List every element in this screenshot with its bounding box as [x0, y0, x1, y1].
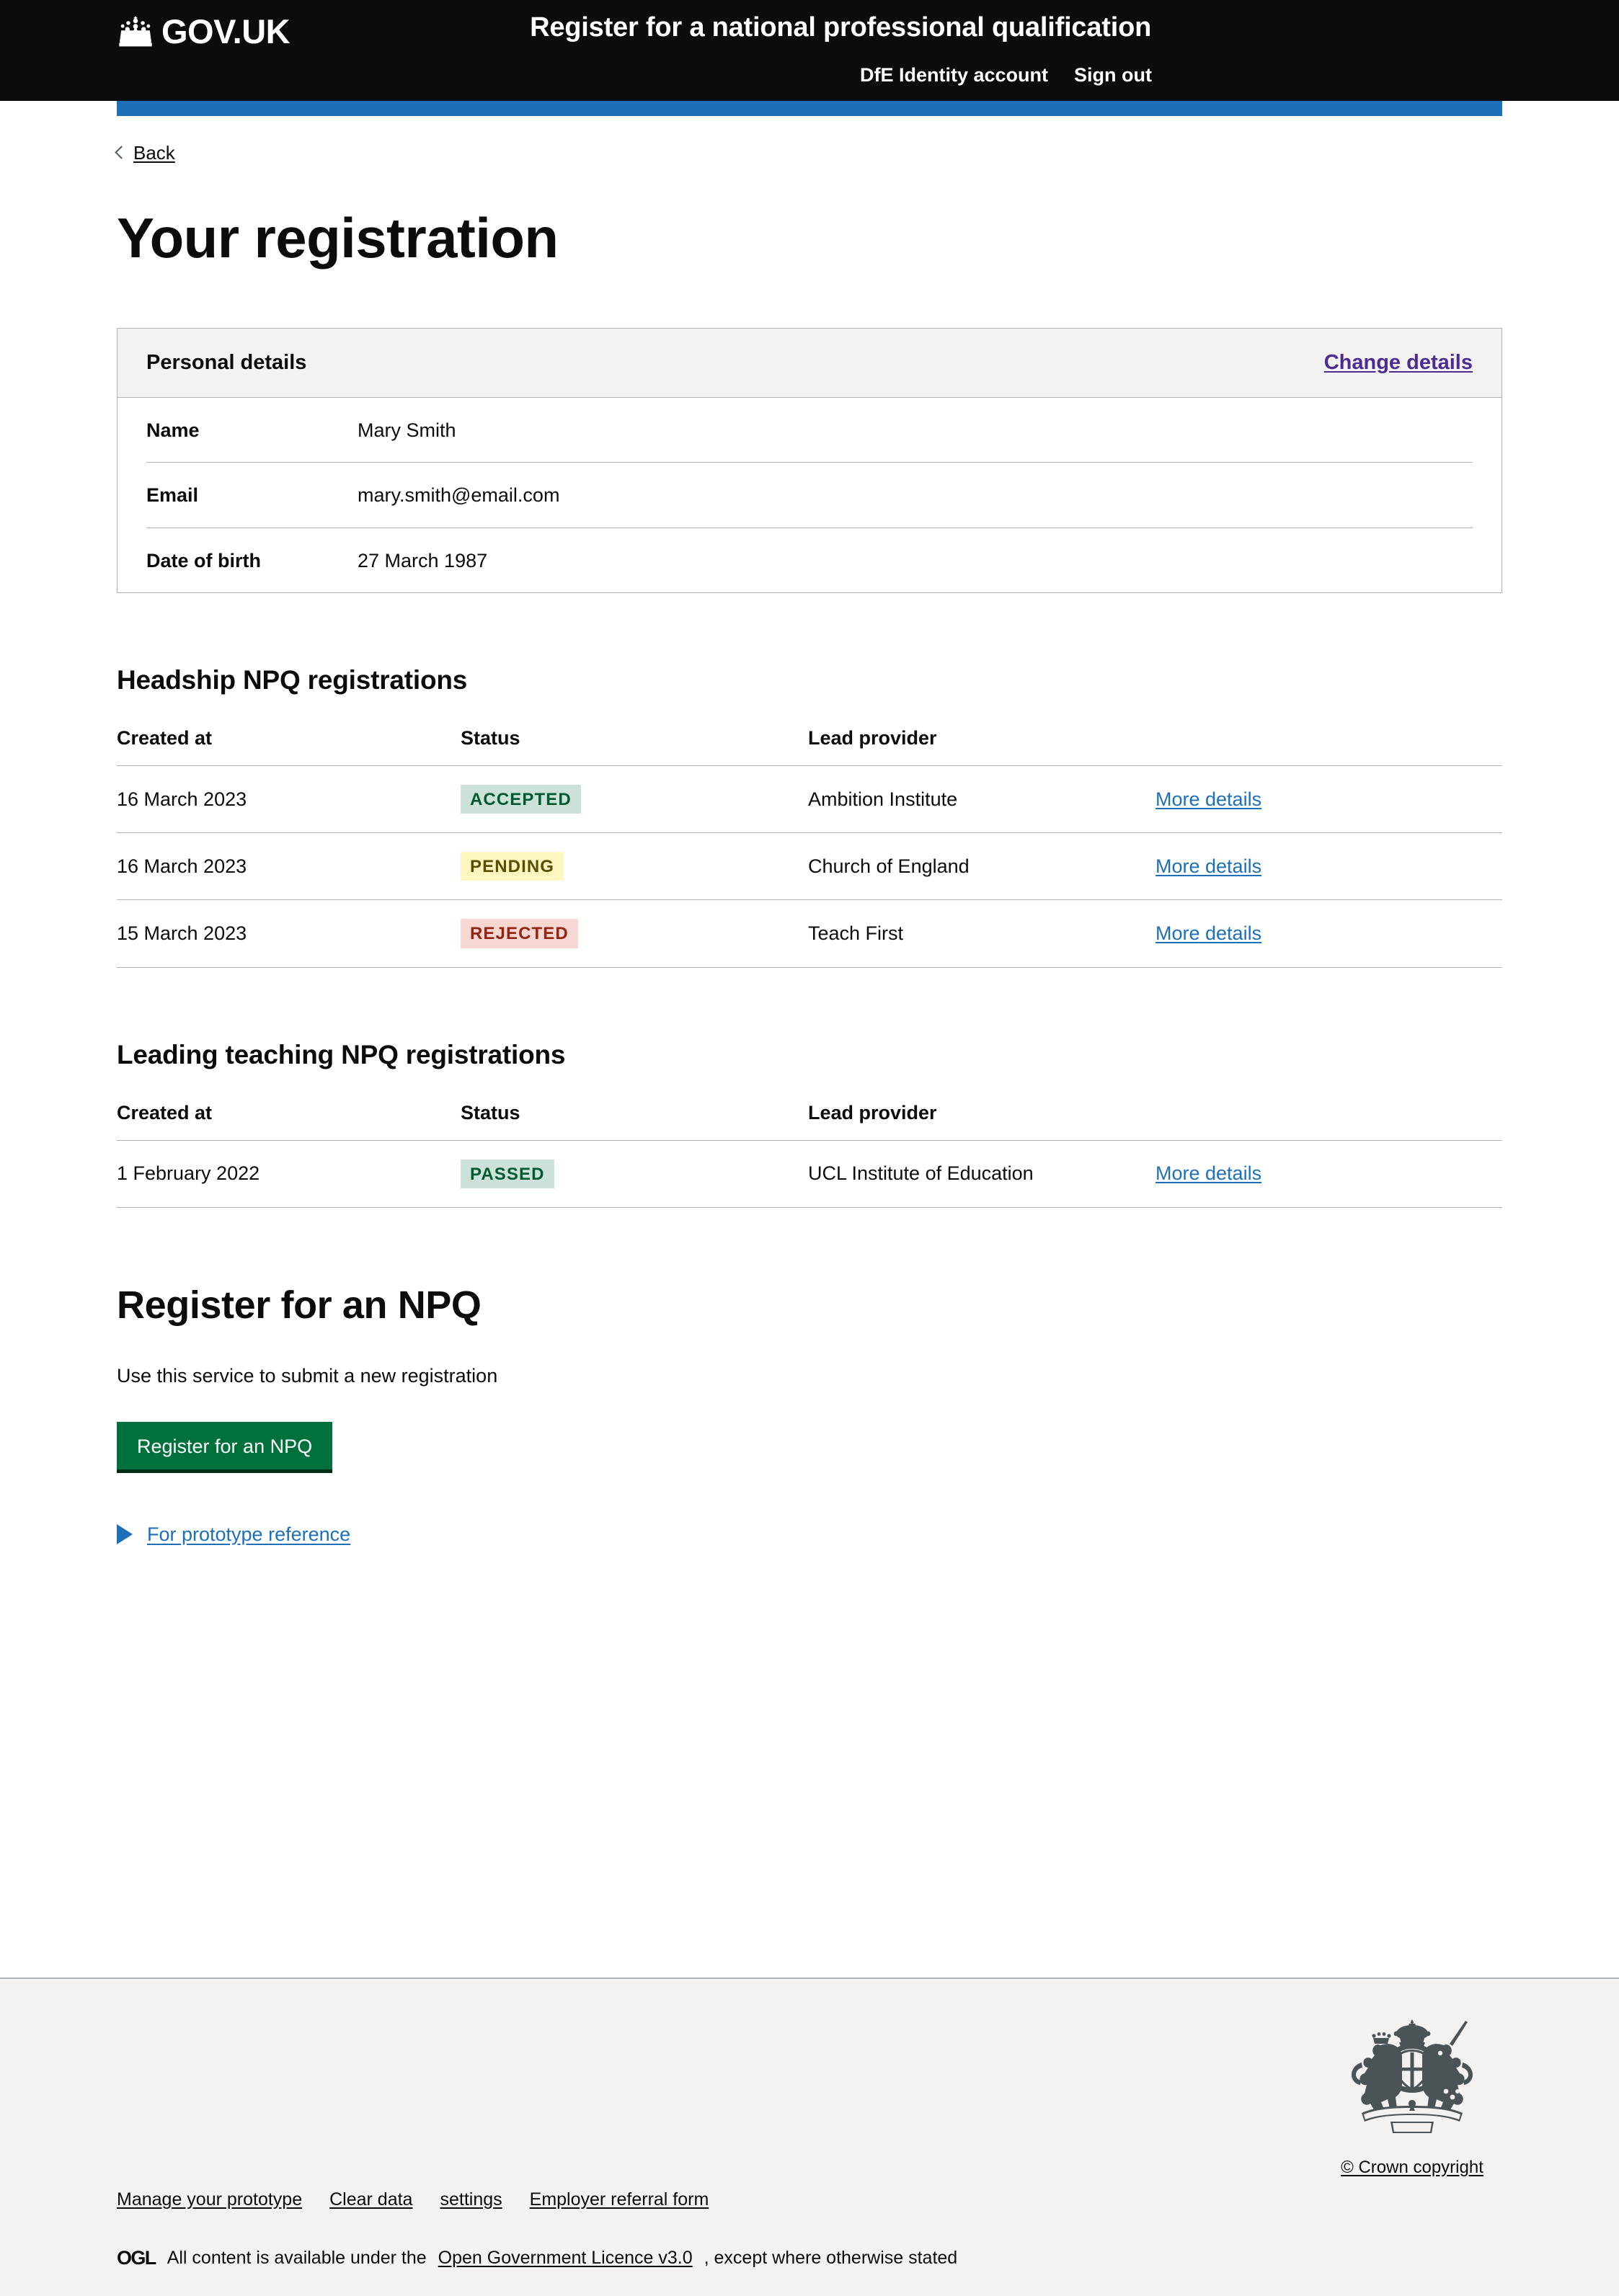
summary-key-email: Email [146, 484, 199, 507]
footer-link-employer-referral-form[interactable]: Employer referral form [530, 2189, 709, 2210]
status-badge: REJECTED [461, 919, 578, 948]
status-badge: PASSED [461, 1159, 554, 1188]
cell-status: PASSED [461, 1140, 808, 1208]
site-footer: © Crown copyright Manage your prototype … [0, 1977, 1619, 2296]
govuk-logo-link[interactable]: GOV.UK [117, 14, 290, 48]
summary-key-date-of-birth: Date of birth [146, 549, 261, 571]
column-header-lead-provider: Lead provider [808, 1101, 1156, 1141]
headship-section-heading: Headship NPQ registrations [117, 665, 468, 695]
table-header-row: Created at Status Lead provider [117, 1101, 1502, 1141]
cell-created-at: 16 March 2023 [117, 765, 461, 834]
summary-row: Name Mary Smith [146, 398, 1473, 463]
register-cta-heading: Register for an NPQ [117, 1283, 482, 1327]
personal-details-title: Personal details [146, 350, 307, 374]
headship-registrations-table: Created at Status Lead provider 16 March… [117, 727, 1502, 968]
leading-teaching-section-heading: Leading teaching NPQ registrations [117, 1039, 566, 1069]
cell-lead-provider: Church of England [808, 832, 1156, 901]
cell-action: More details [1156, 832, 1502, 901]
more-details-link[interactable]: More details [1156, 1162, 1261, 1184]
prototype-reference-summary[interactable]: For prototype reference [147, 1523, 350, 1546]
table-row: 15 March 2023 REJECTED Teach First More … [117, 899, 1502, 968]
govuk-logo-text: GOV.UK [161, 12, 290, 50]
column-header-created-at: Created at [117, 727, 461, 767]
column-header-created-at: Created at [117, 1101, 461, 1141]
summary-value-email: mary.smith@email.com [358, 484, 560, 507]
nav-link-dfe-identity-account[interactable]: DfE Identity account [860, 64, 1048, 86]
cell-lead-provider: Teach First [808, 899, 1156, 968]
header-navigation: DfE Identity account Sign out [860, 64, 1502, 86]
summary-row: Date of birth 27 March 1987 [146, 528, 1473, 592]
crown-icon [117, 15, 154, 48]
cell-created-at: 16 March 2023 [117, 832, 461, 901]
footer-link-clear-data[interactable]: Clear data [329, 2189, 412, 2210]
triangle-right-icon [117, 1524, 133, 1545]
cell-created-at: 1 February 2022 [117, 1140, 461, 1208]
column-header-lead-provider: Lead provider [808, 727, 1156, 767]
more-details-link[interactable]: More details [1156, 788, 1261, 810]
cell-status: ACCEPTED [461, 765, 808, 834]
footer-links: Manage your prototype Clear data setting… [117, 2189, 709, 2210]
cell-action: More details [1156, 765, 1502, 834]
more-details-link[interactable]: More details [1156, 855, 1261, 877]
chevron-left-icon [115, 146, 128, 159]
footer-crest-block: © Crown copyright [1322, 2012, 1502, 2178]
table-header-row: Created at Status Lead provider [117, 727, 1502, 767]
summary-row: Email mary.smith@email.com [146, 463, 1473, 528]
cell-lead-provider: Ambition Institute [808, 765, 1156, 834]
ogl-logo-icon: OGL [117, 2247, 156, 2269]
column-header-actions [1156, 727, 1502, 767]
crown-copyright-link[interactable]: © Crown copyright [1341, 2158, 1483, 2178]
footer-link-settings[interactable]: settings [440, 2189, 502, 2210]
cell-action: More details [1156, 899, 1502, 968]
service-bar [117, 101, 1502, 116]
summary-key-name: Name [146, 419, 200, 441]
table-row: 16 March 2023 PENDING Church of England … [117, 832, 1502, 901]
site-header: GOV.UK Register for a national professio… [0, 0, 1619, 101]
leading-teaching-registrations-table: Created at Status Lead provider 1 Februa… [117, 1101, 1502, 1208]
register-cta-body: Use this service to submit a new registr… [117, 1364, 498, 1387]
more-details-link[interactable]: More details [1156, 922, 1261, 944]
back-link[interactable]: Back [115, 142, 175, 164]
back-link-label: Back [133, 142, 175, 164]
summary-value-name: Mary Smith [358, 419, 456, 441]
personal-details-card: Personal details Change details Name Mar… [117, 327, 1502, 594]
nav-link-sign-out[interactable]: Sign out [1074, 64, 1152, 86]
page-title: Your registration [117, 206, 559, 270]
personal-details-card-header: Personal details Change details [117, 328, 1502, 398]
cell-status: PENDING [461, 832, 808, 901]
cell-created-at: 15 March 2023 [117, 899, 461, 968]
table-row: 1 February 2022 PASSED UCL Institute of … [117, 1140, 1502, 1208]
column-header-status: Status [461, 1101, 808, 1141]
service-bar-wrapper [0, 101, 1619, 116]
footer-licence: OGL All content is available under the O… [117, 2247, 957, 2269]
prototype-reference-details[interactable]: For prototype reference [117, 1523, 1502, 1546]
service-name: Register for a national professional qua… [530, 12, 1152, 43]
cell-status: REJECTED [461, 899, 808, 968]
column-header-status: Status [461, 727, 808, 767]
column-header-actions [1156, 1101, 1502, 1141]
page-root: GOV.UK Register for a national professio… [0, 0, 1619, 2296]
footer-link-manage-your-prototype[interactable]: Manage your prototype [117, 2189, 302, 2210]
summary-value-date-of-birth: 27 March 1987 [358, 549, 488, 571]
personal-details-list: Name Mary Smith Email mary.smith@email.c… [117, 398, 1502, 592]
main-content: Back Your registration Personal details … [115, 116, 1502, 1664]
register-for-npq-button[interactable]: Register for an NPQ [117, 1421, 333, 1473]
licence-suffix-text: , except where otherwise stated [704, 2248, 958, 2268]
status-badge: PENDING [461, 852, 564, 881]
royal-coat-of-arms-icon [1322, 2012, 1502, 2140]
status-badge: ACCEPTED [461, 785, 581, 814]
content-bottom-spacer [117, 1546, 1502, 1664]
cell-action: More details [1156, 1140, 1502, 1208]
licence-prefix-text: All content is available under the [167, 2248, 427, 2268]
open-government-licence-link[interactable]: Open Government Licence v3.0 [438, 2248, 693, 2269]
table-row: 16 March 2023 ACCEPTED Ambition Institut… [117, 765, 1502, 834]
cell-lead-provider: UCL Institute of Education [808, 1140, 1156, 1208]
change-details-link[interactable]: Change details [1324, 351, 1473, 375]
